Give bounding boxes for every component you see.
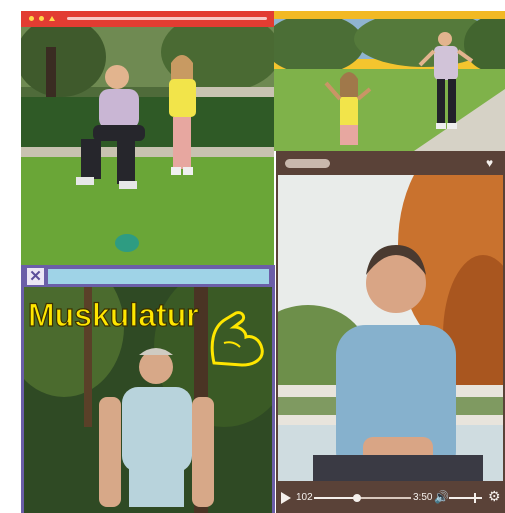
video-window-muskulatur[interactable]: ✕ Muskulatur	[21, 265, 275, 513]
video-frame-portrait	[278, 175, 503, 481]
video-window-park-kids[interactable]	[21, 11, 274, 267]
progress-bar[interactable]	[314, 494, 411, 502]
window-titlebar[interactable]	[21, 11, 274, 27]
duration: 3:50	[413, 492, 433, 503]
window-titlebar[interactable]: ♥	[276, 151, 505, 175]
video-frame-pushup: Muskulatur	[24, 287, 272, 513]
overlay-title: Muskulatur	[27, 296, 199, 333]
video-window-portrait[interactable]: ♥ 102 3:50 🔊 ⚙	[276, 151, 505, 513]
flexed-arm-icon	[210, 311, 264, 367]
window-dot[interactable]	[39, 16, 44, 21]
close-icon[interactable]: ✕	[27, 268, 44, 285]
video-window-jumping[interactable]	[274, 11, 505, 151]
video-frame-jump	[274, 19, 505, 151]
progress-fill	[314, 497, 357, 499]
volume-slider[interactable]	[449, 493, 482, 503]
window-triangle[interactable]	[49, 16, 55, 21]
address-bar[interactable]	[67, 17, 267, 20]
gear-icon[interactable]: ⚙	[488, 488, 501, 505]
heart-icon[interactable]: ♥	[486, 156, 493, 170]
window-titlebar[interactable]: ✕	[24, 265, 272, 287]
window-titlebar[interactable]	[274, 11, 505, 19]
title-pill[interactable]	[285, 159, 330, 168]
volume-icon[interactable]: 🔊	[434, 490, 449, 504]
window-dot[interactable]	[29, 16, 34, 21]
volume-knob[interactable]	[473, 493, 476, 503]
left-margin	[0, 0, 21, 513]
progress-knob[interactable]	[352, 494, 361, 502]
current-time: 102	[296, 492, 313, 503]
player-controls: 102 3:50 🔊 ⚙	[276, 481, 505, 513]
video-frame-park	[21, 27, 274, 267]
play-icon[interactable]	[281, 492, 291, 504]
title-field[interactable]	[48, 269, 269, 284]
